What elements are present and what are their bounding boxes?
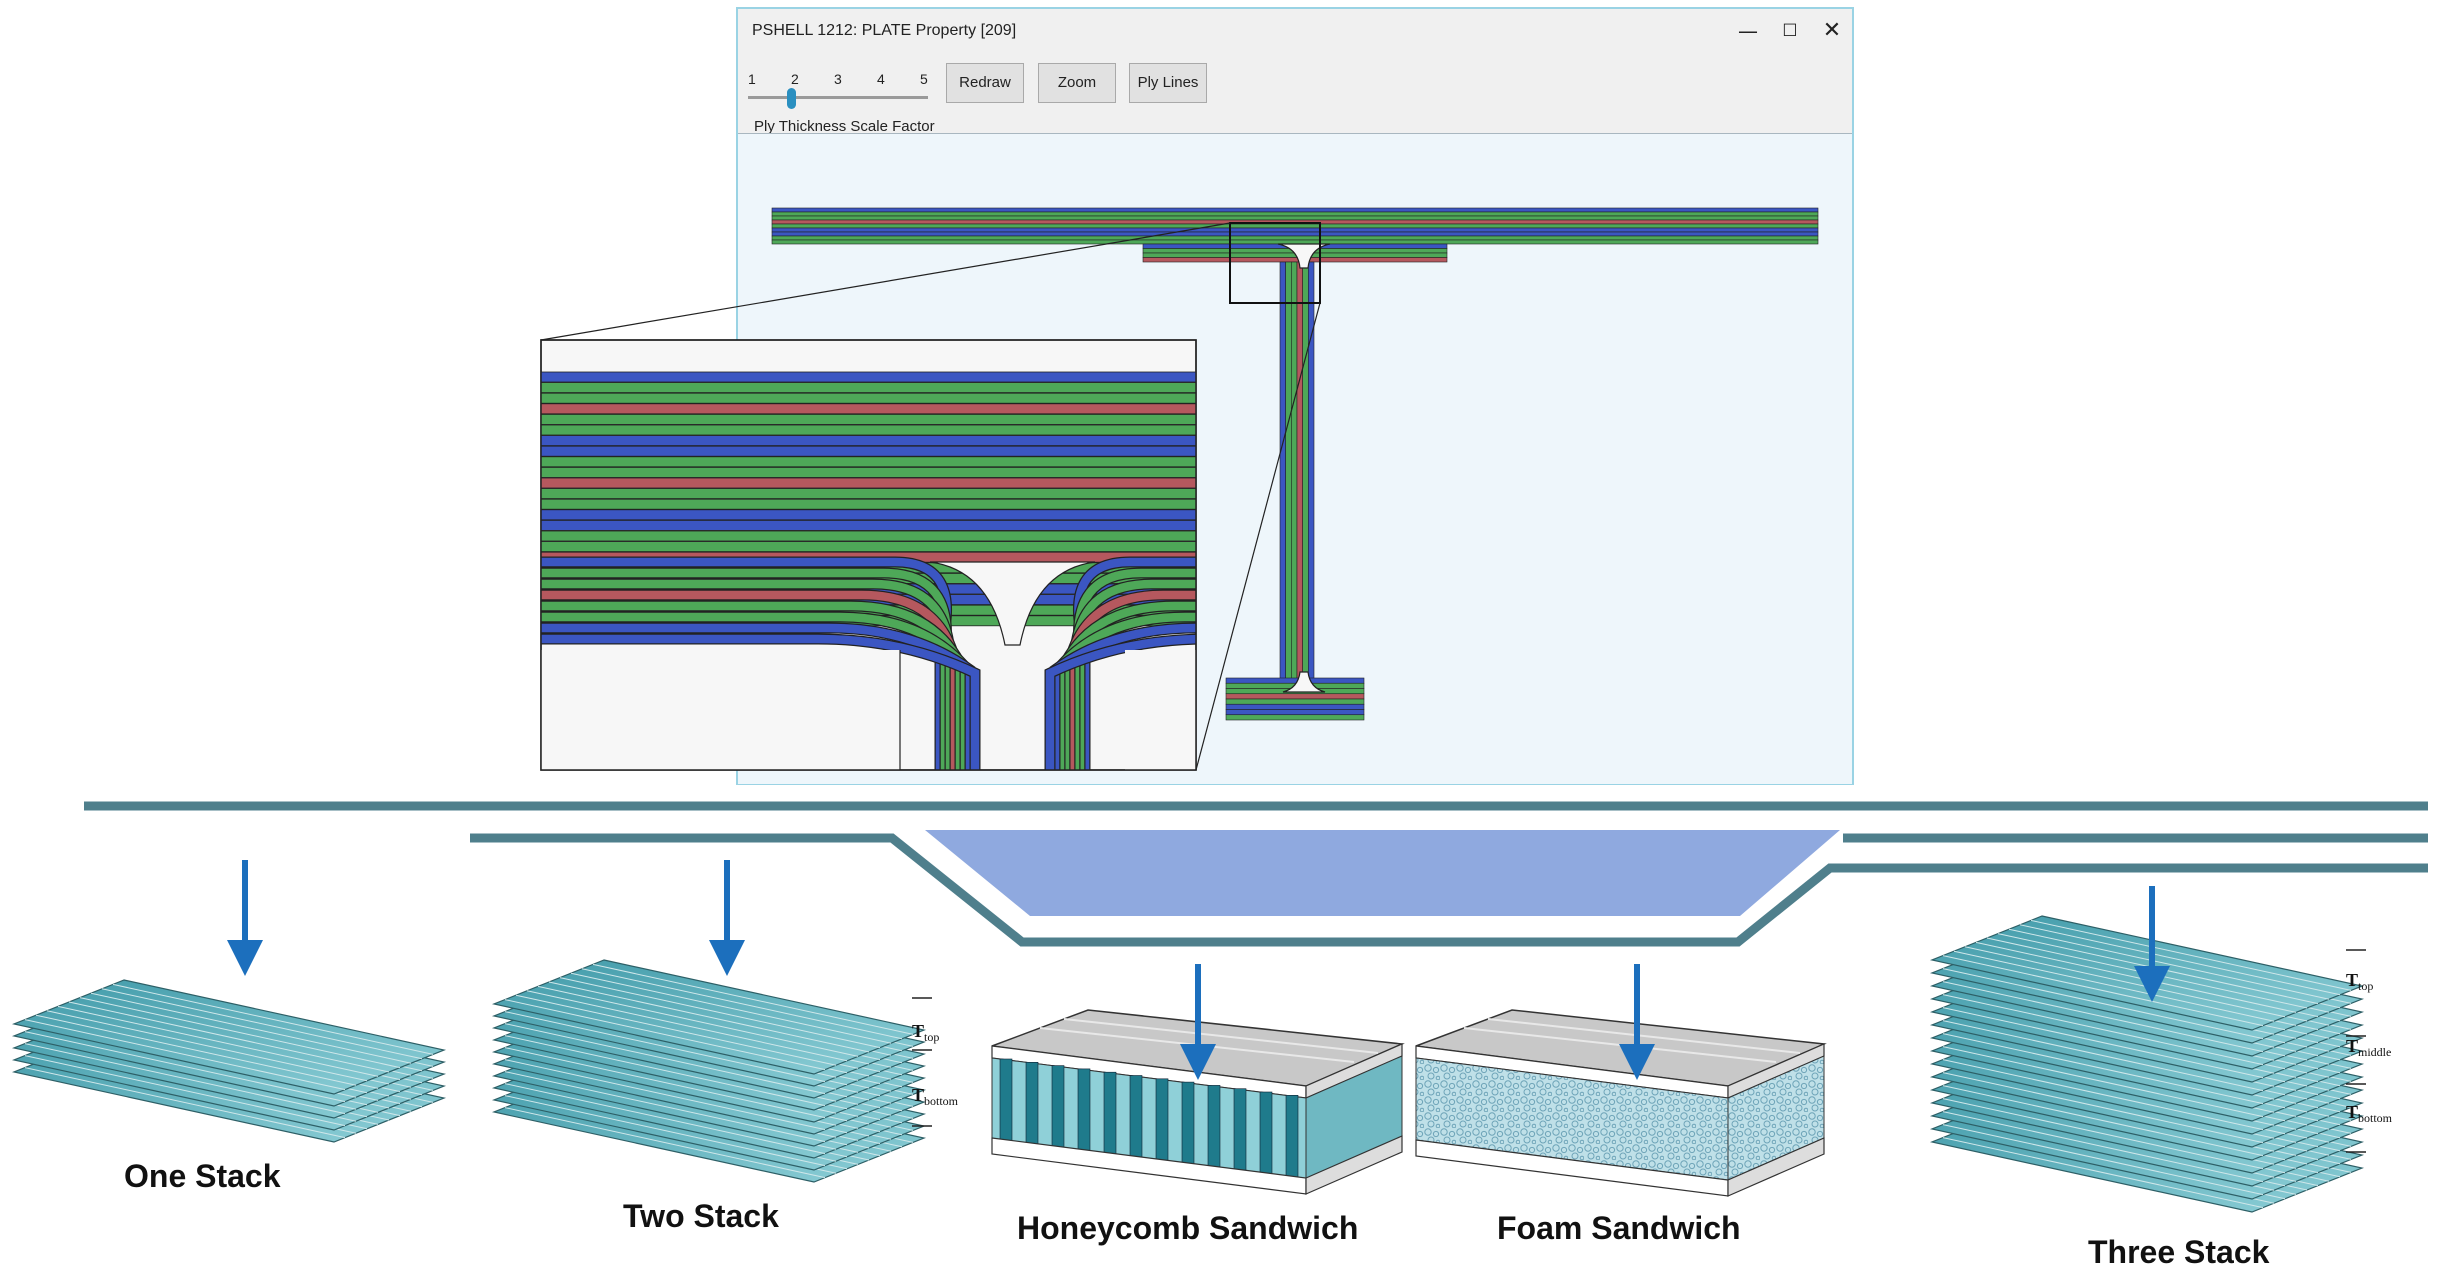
one-stack-illustration [11,979,447,1143]
three-stack-illustration [1929,915,2365,1213]
ply-drawing [540,207,1819,771]
foam-sandwich-illustration [1415,1009,1827,1197]
foam-sandwich-label: Foam Sandwich [1497,1210,1741,1246]
t-bottom-label-three-stack: Tbottom [2346,1102,2393,1125]
honeycomb-sandwich-label: Honeycomb Sandwich [1017,1210,1359,1246]
two-stack-illustration [491,959,927,1183]
t-top-label-three-stack: Ttop [2346,970,2374,993]
t-top-label-two-stack: Ttop [912,1021,940,1044]
zoom-inset [540,339,1197,771]
t-middle-label-three-stack: Tmiddle [2346,1036,2392,1059]
two-stack-label: Two Stack [623,1198,779,1234]
one-stack-label: One Stack [124,1158,281,1194]
three-stack-label: Three Stack [2088,1234,2270,1270]
t-bottom-label-two-stack: Tbottom [912,1085,959,1108]
